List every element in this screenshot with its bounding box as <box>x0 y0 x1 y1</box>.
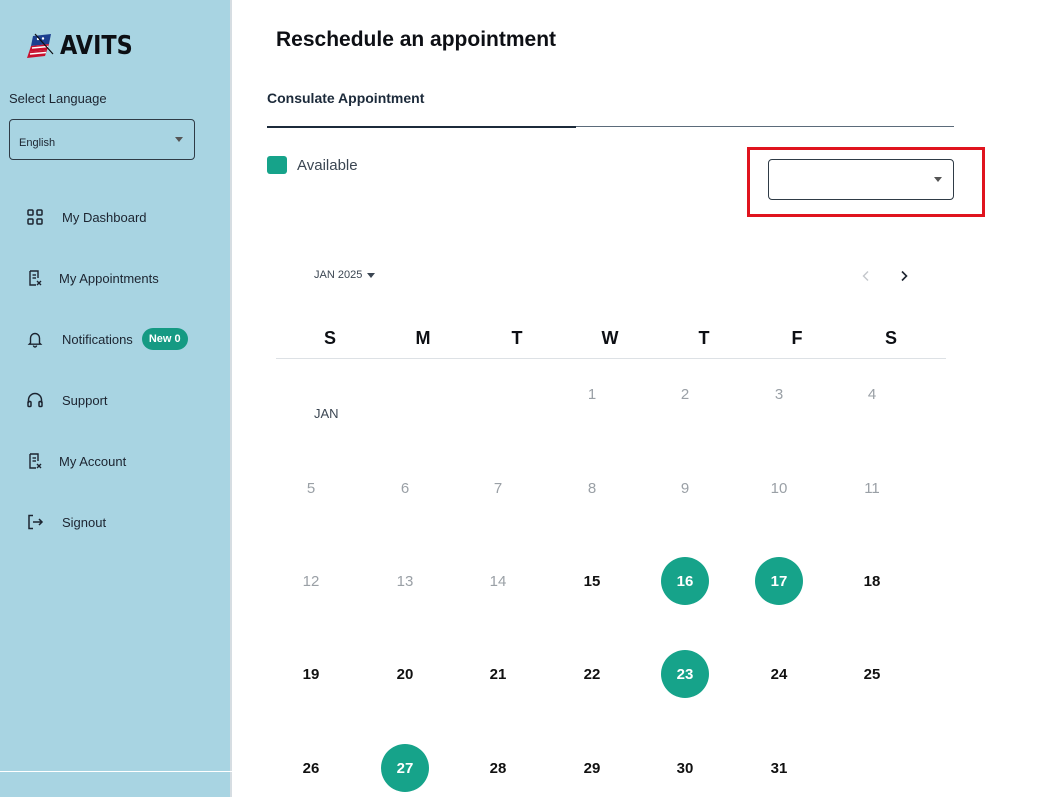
chevron-right-icon <box>901 270 908 282</box>
brand-logo[interactable]: AVITS <box>27 30 145 62</box>
calendar-day[interactable]: 28 <box>474 744 522 792</box>
language-label: Select Language <box>9 91 107 106</box>
sidebar-item-signout[interactable]: Signout <box>24 510 106 534</box>
weekday-label: M <box>415 328 431 348</box>
weekday-label: T <box>698 328 710 348</box>
available-swatch <box>267 156 287 174</box>
location-select[interactable] <box>768 159 954 200</box>
signout-icon <box>24 511 46 533</box>
notifications-badge: New 0 <box>141 328 188 350</box>
calendar-day-available[interactable]: 16 <box>661 557 709 605</box>
prev-month-button[interactable] <box>856 266 876 286</box>
chevron-down-icon <box>934 177 942 182</box>
sidebar-item-label: My Account <box>59 453 127 469</box>
dashboard-grid-icon <box>24 206 46 228</box>
brand-name: AVITS <box>60 31 133 61</box>
weekday-label: T <box>511 328 523 348</box>
tab-active-indicator <box>267 126 576 128</box>
calendar-day[interactable]: 29 <box>568 744 616 792</box>
calendar-day[interactable]: 20 <box>381 650 429 698</box>
calendar-day[interactable]: 24 <box>755 650 803 698</box>
document-icon <box>24 267 46 289</box>
sidebar-item-support[interactable]: Support <box>24 388 108 412</box>
sidebar: AVITS Select Language English My Dashboa… <box>0 0 232 797</box>
language-select-value: English <box>19 137 56 149</box>
sidebar-item-label: My Dashboard <box>62 209 147 225</box>
document-icon <box>24 450 46 472</box>
calendar-day-disabled: 12 <box>302 572 320 590</box>
language-select[interactable]: English <box>9 119 195 160</box>
calendar-month-label: JAN <box>314 406 339 421</box>
headset-icon <box>24 389 46 411</box>
calendar-day-disabled: 14 <box>489 572 507 590</box>
sidebar-item-label: Notifications <box>62 331 133 347</box>
calendar-day-disabled: 7 <box>493 479 503 497</box>
sidebar-item-account[interactable]: My Account <box>24 449 126 473</box>
sidebar-item-label: Support <box>62 392 108 408</box>
weekday-label: W <box>601 328 619 348</box>
calendar-day[interactable]: 30 <box>661 744 709 792</box>
calendar-day-disabled: 1 <box>587 385 597 403</box>
weekday-header: S M T W T F S <box>276 326 946 359</box>
flag-logo-icon <box>27 33 54 58</box>
calendar-day[interactable]: 19 <box>287 650 335 698</box>
sidebar-divider <box>0 771 232 772</box>
calendar-day[interactable]: 31 <box>755 744 803 792</box>
chevron-left-icon <box>862 271 869 281</box>
tab-consulate-appointment[interactable]: Consulate Appointment <box>267 90 424 106</box>
calendar-day-available[interactable]: 27 <box>381 744 429 792</box>
weekday-label: S <box>323 328 336 348</box>
sidebar-item-label: My Appointments <box>59 270 159 286</box>
page-title: Reschedule an appointment <box>276 28 557 51</box>
calendar-day[interactable]: 22 <box>568 650 616 698</box>
calendar-day-disabled: 9 <box>680 479 690 497</box>
calendar-day[interactable]: 21 <box>474 650 522 698</box>
calendar-day-available[interactable]: 17 <box>755 557 803 605</box>
calendar-day-disabled: 5 <box>306 479 316 497</box>
weekday-label: F <box>791 328 803 348</box>
calendar-day[interactable]: 15 <box>568 557 616 605</box>
calendar-day-disabled: 8 <box>587 479 597 497</box>
next-month-button[interactable] <box>894 266 914 286</box>
calendar-day-disabled: 10 <box>770 479 788 497</box>
calendar-day[interactable]: 26 <box>287 744 335 792</box>
calendar-day[interactable]: 25 <box>848 650 896 698</box>
calendar-day-disabled: 11 <box>864 479 880 497</box>
calendar-day[interactable]: 18 <box>848 557 896 605</box>
calendar-day-disabled: 4 <box>867 385 877 403</box>
calendar-day-disabled: 6 <box>400 479 410 497</box>
sidebar-item-notifications[interactable]: Notifications New 0 <box>24 327 188 351</box>
month-picker[interactable]: JAN 2025 <box>314 269 376 281</box>
calendar-day-disabled: 3 <box>774 385 784 403</box>
weekday-label: S <box>884 328 897 348</box>
legend: Available <box>267 156 358 174</box>
sidebar-item-dashboard[interactable]: My Dashboard <box>24 205 147 229</box>
legend-label: Available <box>297 156 358 174</box>
chevron-down-icon <box>175 137 183 142</box>
month-picker-label: JAN 2025 <box>314 269 363 281</box>
calendar-day-disabled: 13 <box>396 572 414 590</box>
sidebar-item-label: Signout <box>62 514 107 530</box>
chevron-down-icon <box>367 272 376 278</box>
calendar-day-available[interactable]: 23 <box>661 650 709 698</box>
bell-icon <box>24 328 46 350</box>
sidebar-item-appointments[interactable]: My Appointments <box>24 266 159 290</box>
calendar-day-disabled: 2 <box>680 385 690 403</box>
